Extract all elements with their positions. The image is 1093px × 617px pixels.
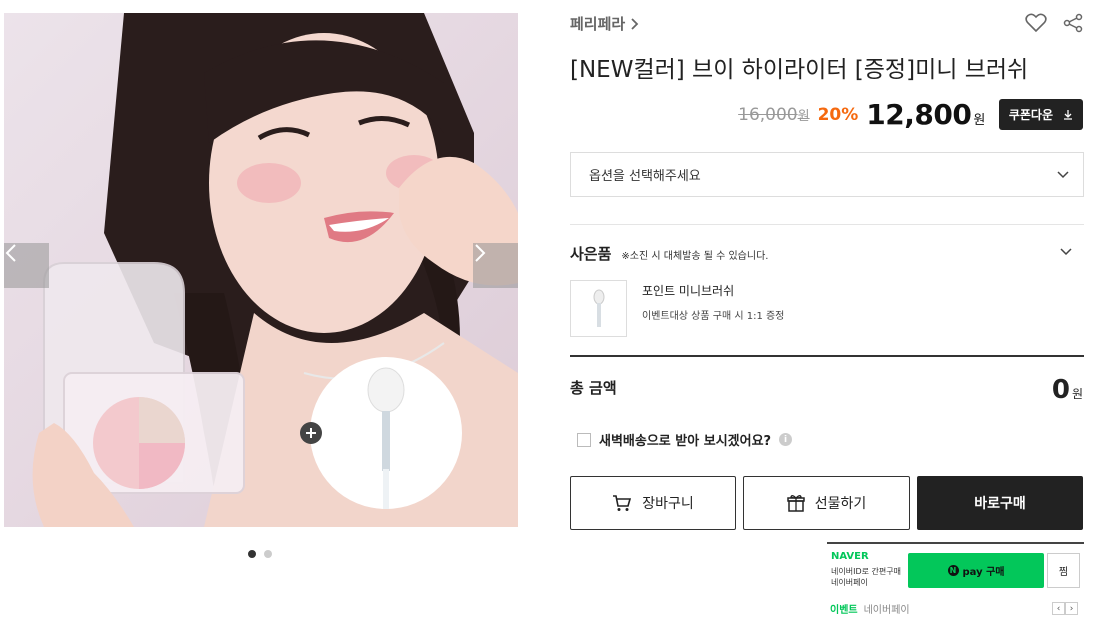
original-price-unit: 원 — [797, 108, 810, 124]
discount-rate: 20% — [817, 104, 859, 125]
buy-label: 바로구매 — [974, 496, 1026, 512]
event-label: 이벤트 — [830, 605, 858, 616]
total-value: 0 — [1051, 375, 1070, 405]
brand-link[interactable]: 페리페라 — [570, 13, 639, 34]
share-icon[interactable] — [1063, 13, 1083, 33]
info-icon[interactable]: i — [779, 433, 793, 446]
product-photo — [32, 13, 518, 527]
chevron-left-icon — [5, 244, 16, 262]
naver-pay-box: NAVER 네이버ID로 간편구매 네이버페이 N pay 구매 찜 — [827, 542, 1084, 597]
coupon-label: 쿠폰다운 — [1008, 108, 1053, 122]
original-price-value: 16,000 — [738, 104, 798, 125]
naver-pay-button[interactable]: N pay 구매 — [908, 553, 1044, 588]
gift-heading: 사은품 — [570, 245, 612, 263]
product-actions — [1025, 13, 1083, 33]
final-price: 12,800 원 — [866, 98, 985, 131]
gallery-dot[interactable] — [248, 550, 256, 558]
gift-description: 이벤트대상 상품 구매 시 1:1 증정 — [642, 311, 785, 322]
option-placeholder: 옵션을 선택해주세요 — [589, 169, 701, 184]
gift-thumbnail — [570, 280, 627, 337]
gift-notice: ※소진 시 대체발송 될 수 있습니다. — [621, 251, 769, 262]
divider — [570, 224, 1084, 225]
option-select[interactable]: 옵션을 선택해주세요 — [570, 152, 1084, 197]
original-price: 16,000원 — [738, 105, 809, 125]
event-nav: ‹ › — [1052, 602, 1078, 615]
dawn-delivery-label: 새벽배송으로 받아 보시겠어요? — [599, 434, 772, 449]
naver-event[interactable]: 이벤트 네이버페이 — [830, 601, 910, 616]
chevron-down-icon[interactable] — [1060, 248, 1072, 256]
add-to-cart-button[interactable]: 장바구니 — [570, 476, 736, 530]
heart-icon[interactable] — [1025, 13, 1047, 33]
dawn-delivery-option: 새벽배송으로 받아 보시겠어요? i — [577, 430, 793, 449]
cart-icon — [613, 495, 632, 511]
gallery-next-button[interactable] — [473, 243, 518, 288]
download-icon — [1064, 110, 1072, 120]
chevron-right-icon — [475, 244, 486, 262]
dawn-delivery-checkbox[interactable] — [577, 432, 591, 447]
brush-icon — [593, 289, 604, 327]
naver-line1: 네이버ID로 간편구매 — [831, 567, 901, 576]
gallery-dot[interactable] — [264, 550, 272, 558]
gallery-prev-button[interactable] — [4, 243, 49, 288]
price-row: 16,000원 20% 12,800 원 쿠폰다운 — [738, 98, 1083, 131]
naver-logo: NAVER — [831, 551, 869, 562]
buy-now-button[interactable]: 바로구매 — [917, 476, 1083, 530]
gift-name: 포인트 미니브러쉬 — [642, 284, 735, 298]
cart-label: 장바구니 — [642, 496, 694, 512]
send-gift-button[interactable]: 선물하기 — [743, 476, 910, 530]
gallery-pagination — [248, 550, 272, 558]
chevron-right-icon — [631, 17, 639, 30]
naver-line2: 네이버페이 — [831, 578, 868, 587]
gift-section-header[interactable]: 사은품 ※소진 시 대체발송 될 수 있습니다. — [570, 243, 768, 264]
total-label: 총 금액 — [570, 379, 617, 397]
npay-badge-icon: N — [947, 565, 959, 576]
product-title: [NEW컬러] 브이 하이라이터 [증정]미니 브러쉬 — [570, 57, 1029, 83]
naver-zzim-button[interactable]: 찜 — [1047, 553, 1080, 588]
total-unit: 원 — [1071, 387, 1083, 401]
final-price-value: 12,800 — [866, 98, 972, 131]
product-image-gallery[interactable] — [4, 13, 518, 527]
event-next-button[interactable]: › — [1065, 602, 1078, 615]
chevron-down-icon — [1057, 170, 1069, 178]
divider — [570, 355, 1084, 357]
event-prev-button[interactable]: ‹ — [1052, 602, 1065, 615]
total-amount: 0원 — [1052, 375, 1083, 405]
gift-icon — [786, 495, 805, 512]
npay-label: pay 구매 — [962, 567, 1005, 578]
brand-name: 페리페라 — [570, 15, 626, 33]
gift-label: 선물하기 — [814, 496, 867, 512]
coupon-download-button[interactable]: 쿠폰다운 — [998, 99, 1083, 130]
event-provider: 네이버페이 — [863, 605, 910, 616]
final-price-unit: 원 — [973, 113, 985, 128]
